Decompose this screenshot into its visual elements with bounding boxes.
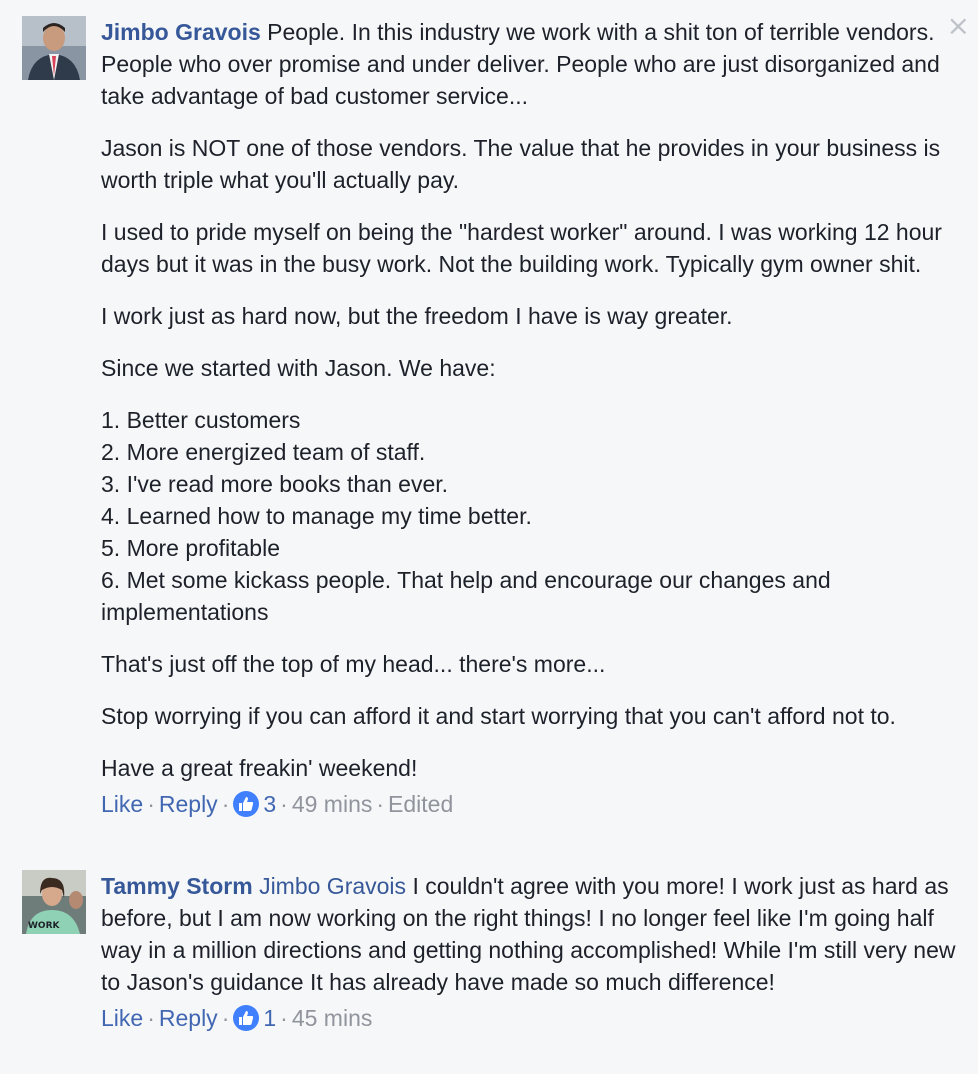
comment-paragraph: Since we started with Jason. We have:: [101, 355, 496, 381]
timestamp[interactable]: 49 mins: [292, 791, 373, 817]
separator: ·: [221, 791, 230, 817]
reaction-count[interactable]: 1: [263, 1005, 276, 1031]
separator: ·: [376, 791, 385, 817]
comment-paragraph: Jason is NOT one of those vendors. The v…: [101, 135, 941, 193]
comment-paragraph: That's just off the top of my head... th…: [101, 651, 606, 677]
reply-button[interactable]: Reply: [159, 1005, 218, 1031]
reply-button[interactable]: Reply: [159, 791, 218, 817]
edited-label[interactable]: Edited: [388, 791, 453, 817]
thumbs-up-icon[interactable]: [233, 1005, 260, 1031]
separator: ·: [147, 1005, 155, 1031]
mention-link[interactable]: Jimbo Gravois: [259, 873, 406, 899]
list-item: 1. Better customers: [101, 407, 301, 433]
separator: ·: [147, 791, 155, 817]
comment-paragraph: I used to pride myself on being the "har…: [101, 219, 942, 277]
timestamp[interactable]: 45 mins: [292, 1005, 373, 1031]
like-button[interactable]: Like: [101, 1005, 143, 1031]
comment-actions: Like · Reply · 3 · 49 mins · Edited: [101, 788, 958, 820]
reaction-count[interactable]: 3: [263, 791, 276, 817]
author-name[interactable]: Tammy Storm: [101, 873, 253, 899]
author-name[interactable]: Jimbo Gravois: [101, 19, 261, 45]
list-item: 2. More energized team of staff.: [101, 439, 426, 465]
list-item: 6. Met some kickass people. That help an…: [101, 567, 831, 625]
list-item: 4. Learned how to manage my time better.: [101, 503, 532, 529]
avatar[interactable]: [22, 16, 86, 80]
separator: ·: [280, 1005, 288, 1031]
benefits-list: 1. Better customers 2. More energized te…: [101, 404, 958, 628]
comment-paragraph: I work just as hard now, but the freedom…: [101, 303, 733, 329]
list-item: 3. I've read more books than ever.: [101, 471, 449, 497]
comment-paragraph: Have a great freakin' weekend!: [101, 755, 418, 781]
avatar[interactable]: WORK: [22, 870, 86, 934]
separator: ·: [221, 1005, 230, 1031]
list-item: 5. More profitable: [101, 535, 280, 561]
like-button[interactable]: Like: [101, 791, 143, 817]
comment-paragraph: Stop worrying if you can afford it and s…: [101, 703, 896, 729]
comment-actions: Like · Reply · 1 · 45 mins: [101, 1002, 958, 1034]
thumbs-up-icon[interactable]: [233, 791, 260, 817]
svg-text:WORK: WORK: [28, 921, 61, 931]
separator: ·: [280, 791, 288, 817]
